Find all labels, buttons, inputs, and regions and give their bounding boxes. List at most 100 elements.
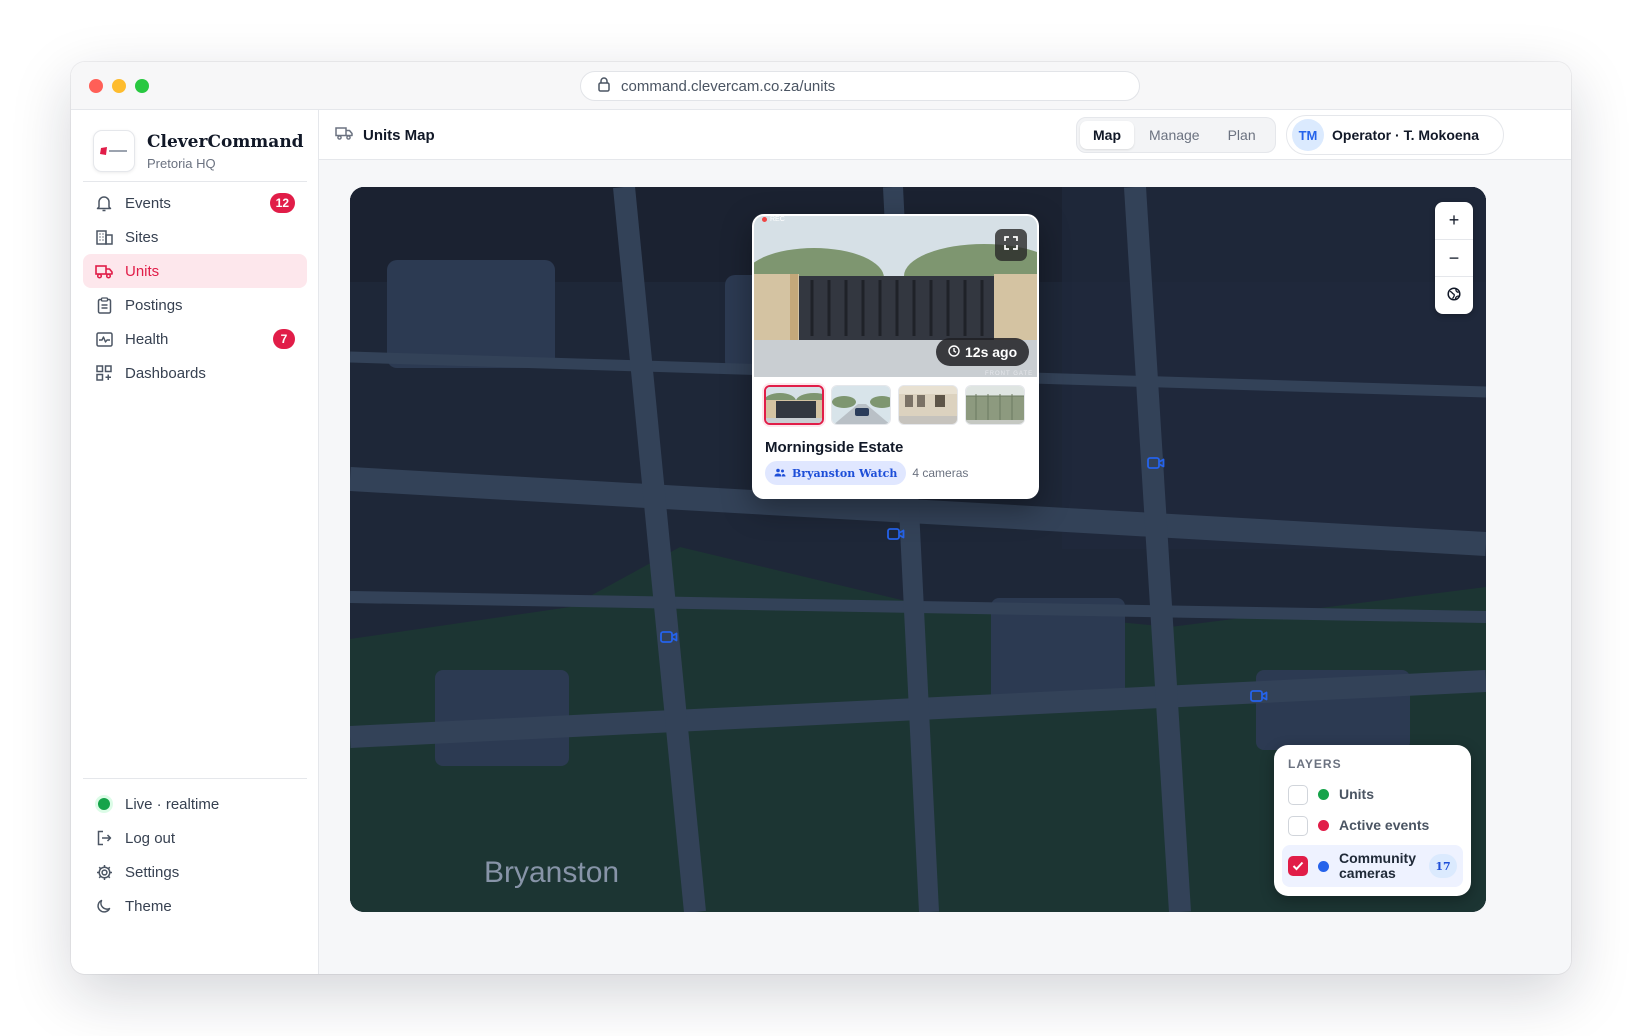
camera-marker-icon[interactable] xyxy=(887,527,905,541)
top-bar: Units Map Map Manage Plan TM Operator · … xyxy=(319,110,1571,160)
sidebar-item-label: Postings xyxy=(125,296,183,314)
layer-count-badge: 17 xyxy=(1429,854,1457,878)
fullscreen-button[interactable] xyxy=(995,229,1027,261)
sidebar-item-health[interactable]: Health 7 xyxy=(83,322,307,356)
health-count-badge: 7 xyxy=(273,329,295,349)
tab-map[interactable]: Map xyxy=(1080,121,1134,149)
live-status: Live · realtime xyxy=(83,787,307,821)
lock-icon xyxy=(597,76,611,96)
moon-icon xyxy=(95,897,113,915)
layer-checkbox[interactable] xyxy=(1288,815,1308,836)
brand[interactable]: CleverCommand Pretoria HQ xyxy=(93,130,304,172)
zoom-in-button[interactable]: + xyxy=(1435,202,1473,240)
sidebar-item-sites[interactable]: Sites xyxy=(83,220,307,254)
user-menu[interactable]: TM Operator · T. Mokoena xyxy=(1286,115,1504,155)
community-group-chip[interactable]: Bryanston Watch xyxy=(765,461,907,485)
url-text: command.clevercam.co.za/units xyxy=(621,77,836,95)
settings-button[interactable]: Settings xyxy=(83,855,307,889)
check-icon xyxy=(1292,858,1304,874)
brand-logo xyxy=(93,130,135,172)
grid-icon xyxy=(95,364,113,382)
layer-color-dot xyxy=(1318,789,1329,800)
address-bar[interactable]: command.clevercam.co.za/units xyxy=(580,71,1140,101)
logout-button[interactable]: Log out xyxy=(83,821,307,855)
maximize-window-button[interactable] xyxy=(135,79,149,93)
page-title-text: Units Map xyxy=(363,126,435,144)
layer-toggle-units[interactable]: Units xyxy=(1282,779,1463,810)
sidebar: CleverCommand Pretoria HQ Events 12 Site… xyxy=(71,110,319,974)
theme-button[interactable]: Theme xyxy=(83,889,307,923)
page-title: Units Map xyxy=(335,126,435,144)
sidebar-item-units[interactable]: Units xyxy=(83,254,307,288)
globe-button[interactable] xyxy=(1435,277,1473,314)
sidebar-divider xyxy=(83,181,307,182)
truck-icon xyxy=(95,262,113,280)
globe-icon xyxy=(1447,285,1461,306)
camera-live-feed[interactable]: REC 12s ago FRONT GATE xyxy=(754,216,1037,377)
live-status-label: Live · realtime xyxy=(125,795,220,813)
user-name: Operator · T. Mokoena xyxy=(1332,127,1480,143)
sidebar-item-label: Dashboards xyxy=(125,364,206,382)
clock-icon xyxy=(948,344,960,360)
sidebar-item-label: Sites xyxy=(125,228,159,246)
close-window-button[interactable] xyxy=(89,79,103,93)
camera-overlay-label: FRONT GATE xyxy=(985,371,1034,377)
layer-toggle-community-cameras[interactable]: Community cameras 17 xyxy=(1282,845,1463,887)
layer-label: Community cameras xyxy=(1339,849,1416,881)
browser-window: command.clevercam.co.za/units CleverComm… xyxy=(71,62,1571,974)
camera-thumbnail[interactable] xyxy=(831,385,891,425)
camera-thumbnails xyxy=(764,385,1025,425)
tab-plan[interactable]: Plan xyxy=(1215,121,1269,149)
live-status-dot xyxy=(98,798,110,810)
camera-marker-icon[interactable] xyxy=(1250,689,1268,703)
camera-count: 4 cameras xyxy=(912,466,969,480)
camera-marker-icon[interactable] xyxy=(660,630,678,644)
rec-indicator: REC xyxy=(762,216,785,223)
layer-checkbox[interactable] xyxy=(1288,784,1308,805)
fullscreen-icon xyxy=(1004,235,1018,255)
layers-panel: LAYERS Units Active events Community cam… xyxy=(1274,745,1471,896)
sidebar-item-label: Health xyxy=(125,330,169,348)
logout-icon xyxy=(95,829,113,847)
avatar: TM xyxy=(1292,119,1324,151)
last-updated-text: 12s ago xyxy=(965,344,1018,360)
rec-dot xyxy=(762,217,767,222)
rec-label: REC xyxy=(770,216,785,223)
tab-manage[interactable]: Manage xyxy=(1136,121,1213,149)
camera-thumbnail[interactable] xyxy=(898,385,958,425)
camera-thumbnail[interactable] xyxy=(965,385,1025,425)
sidebar-item-postings[interactable]: Postings xyxy=(83,288,307,322)
layer-label: Units xyxy=(1339,785,1374,802)
layers-title: LAYERS xyxy=(1288,757,1342,771)
layer-label: Active events xyxy=(1339,816,1430,833)
last-updated-badge: 12s ago xyxy=(936,338,1030,366)
bell-icon xyxy=(95,194,113,212)
camera-thumbnail[interactable] xyxy=(764,385,824,425)
logout-label: Log out xyxy=(125,829,176,847)
footer-nav: Live · realtime Log out Settings Theme xyxy=(83,787,307,923)
pulse-icon xyxy=(95,330,113,348)
minimize-window-button[interactable] xyxy=(112,79,126,93)
clipboard-icon xyxy=(95,296,113,314)
sidebar-item-events[interactable]: Events 12 xyxy=(83,186,307,220)
popup-site-title: Morningside Estate xyxy=(765,439,904,456)
units-map[interactable]: Bryanston + − REC 12s ago FRONT GATE Mor… xyxy=(350,187,1486,912)
main-nav: Events 12 Sites Units Postings Health 7 xyxy=(83,186,307,390)
layer-color-dot xyxy=(1318,820,1329,831)
layer-color-dot xyxy=(1318,860,1329,872)
brand-name: CleverCommand xyxy=(147,131,304,152)
theme-label: Theme xyxy=(125,897,172,915)
building-icon xyxy=(95,228,113,246)
camera-marker-icon[interactable] xyxy=(1147,456,1165,470)
settings-label: Settings xyxy=(125,863,180,881)
popup-meta: Bryanston Watch 4 cameras xyxy=(765,461,968,485)
sidebar-item-dashboards[interactable]: Dashboards xyxy=(83,356,307,390)
layer-toggle-active-events[interactable]: Active events xyxy=(1282,810,1463,841)
sidebar-divider xyxy=(83,778,307,779)
layer-checkbox[interactable] xyxy=(1288,856,1308,876)
sidebar-item-label: Events xyxy=(125,194,171,212)
map-area-label: Bryanston xyxy=(484,856,620,889)
zoom-out-button[interactable]: − xyxy=(1435,240,1473,278)
brand-location: Pretoria HQ xyxy=(147,155,216,171)
title-bar: command.clevercam.co.za/units xyxy=(71,62,1571,110)
